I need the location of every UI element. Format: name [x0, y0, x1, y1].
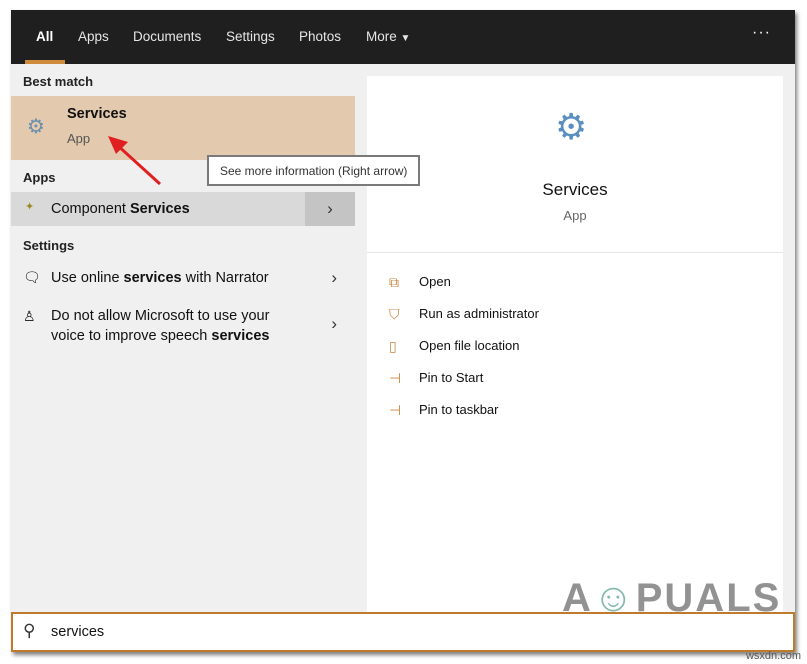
pin-icon: ⊣ — [389, 370, 402, 386]
gears-icon: ⚙ — [555, 106, 588, 147]
setting-label: Use online services with Narrator — [51, 270, 269, 286]
tab-more[interactable]: More ▼ — [366, 29, 410, 44]
tooltip: See more information (Right arrow) — [207, 155, 420, 186]
best-match-title: Services — [67, 106, 127, 122]
action-run-as-admin[interactable]: ⛉ Run as administrator — [367, 306, 783, 336]
detail-title: Services — [542, 180, 608, 199]
tab-documents[interactable]: Documents — [133, 29, 201, 44]
action-label: Open — [419, 274, 451, 289]
action-label: Pin to taskbar — [419, 402, 499, 417]
search-value: services — [51, 624, 105, 640]
divider — [367, 252, 783, 253]
action-pin-taskbar[interactable]: ⊣ Pin to taskbar — [367, 402, 783, 432]
action-label: Run as administrator — [419, 306, 539, 321]
speech-icon: ♙ — [23, 308, 36, 324]
settings-header: Settings — [23, 238, 75, 253]
best-match-header: Best match — [23, 74, 94, 89]
shield-icon: ⛉ — [389, 306, 400, 322]
narrator-icon: 🗨 — [23, 269, 41, 285]
tab-all[interactable]: All — [36, 29, 53, 44]
app-label: Component Services — [51, 201, 190, 217]
detail-subtitle: App — [563, 208, 587, 223]
best-match-services[interactable]: ⚙ Services App — [11, 96, 355, 160]
tab-photos[interactable]: Photos — [299, 29, 341, 44]
pin-icon: ⊣ — [389, 402, 402, 418]
chevron-right-icon: › — [331, 314, 337, 333]
results-pane: Best match ⚙ Services App Apps ✦ Compone… — [11, 64, 355, 612]
gears-icon: ⚙ — [27, 116, 45, 138]
caret-down-icon: ▼ — [400, 33, 411, 44]
action-pin-start[interactable]: ⊣ Pin to Start — [367, 370, 783, 400]
search-input[interactable]: ⚲ services — [11, 612, 795, 652]
component-services-icon: ✦ — [25, 201, 35, 213]
tab-more-label: More — [366, 29, 397, 44]
expand-button[interactable]: › — [305, 192, 355, 226]
detail-pane: ⚙ Services App ⧉ Open ⛉ Run as administrat… — [367, 76, 783, 620]
tab-apps[interactable]: Apps — [78, 29, 109, 44]
chevron-right-icon: › — [331, 268, 337, 287]
ellipsis-icon[interactable]: ··· — [752, 24, 771, 42]
action-open-file-location[interactable]: ▯ Open file location — [367, 338, 783, 368]
open-icon: ⧉ — [389, 274, 399, 290]
action-open[interactable]: ⧉ Open — [367, 274, 783, 304]
tab-settings[interactable]: Settings — [226, 29, 275, 44]
action-label: Open file location — [419, 338, 520, 353]
apps-header: Apps — [23, 170, 56, 185]
site-credit: wsxdn.com — [745, 650, 801, 662]
top-bar: All Apps Documents Settings Photos More … — [11, 10, 795, 64]
folder-icon: ▯ — [389, 338, 397, 354]
search-icon: ⚲ — [23, 621, 36, 640]
action-label: Pin to Start — [419, 370, 484, 385]
setting-label: Do not allow Microsoft to use your voice … — [51, 308, 270, 344]
search-window: All Apps Documents Settings Photos More … — [11, 10, 795, 652]
setting-speech[interactable]: ♙ Do not allow Microsoft to use your voic… — [11, 304, 355, 350]
setting-narrator[interactable]: 🗨 Use online services with Narrator › — [11, 264, 355, 294]
app-component-services[interactable]: ✦ Component Services › — [11, 192, 355, 226]
best-match-subtitle: App — [67, 131, 91, 146]
red-arrow-annotation — [108, 136, 162, 186]
